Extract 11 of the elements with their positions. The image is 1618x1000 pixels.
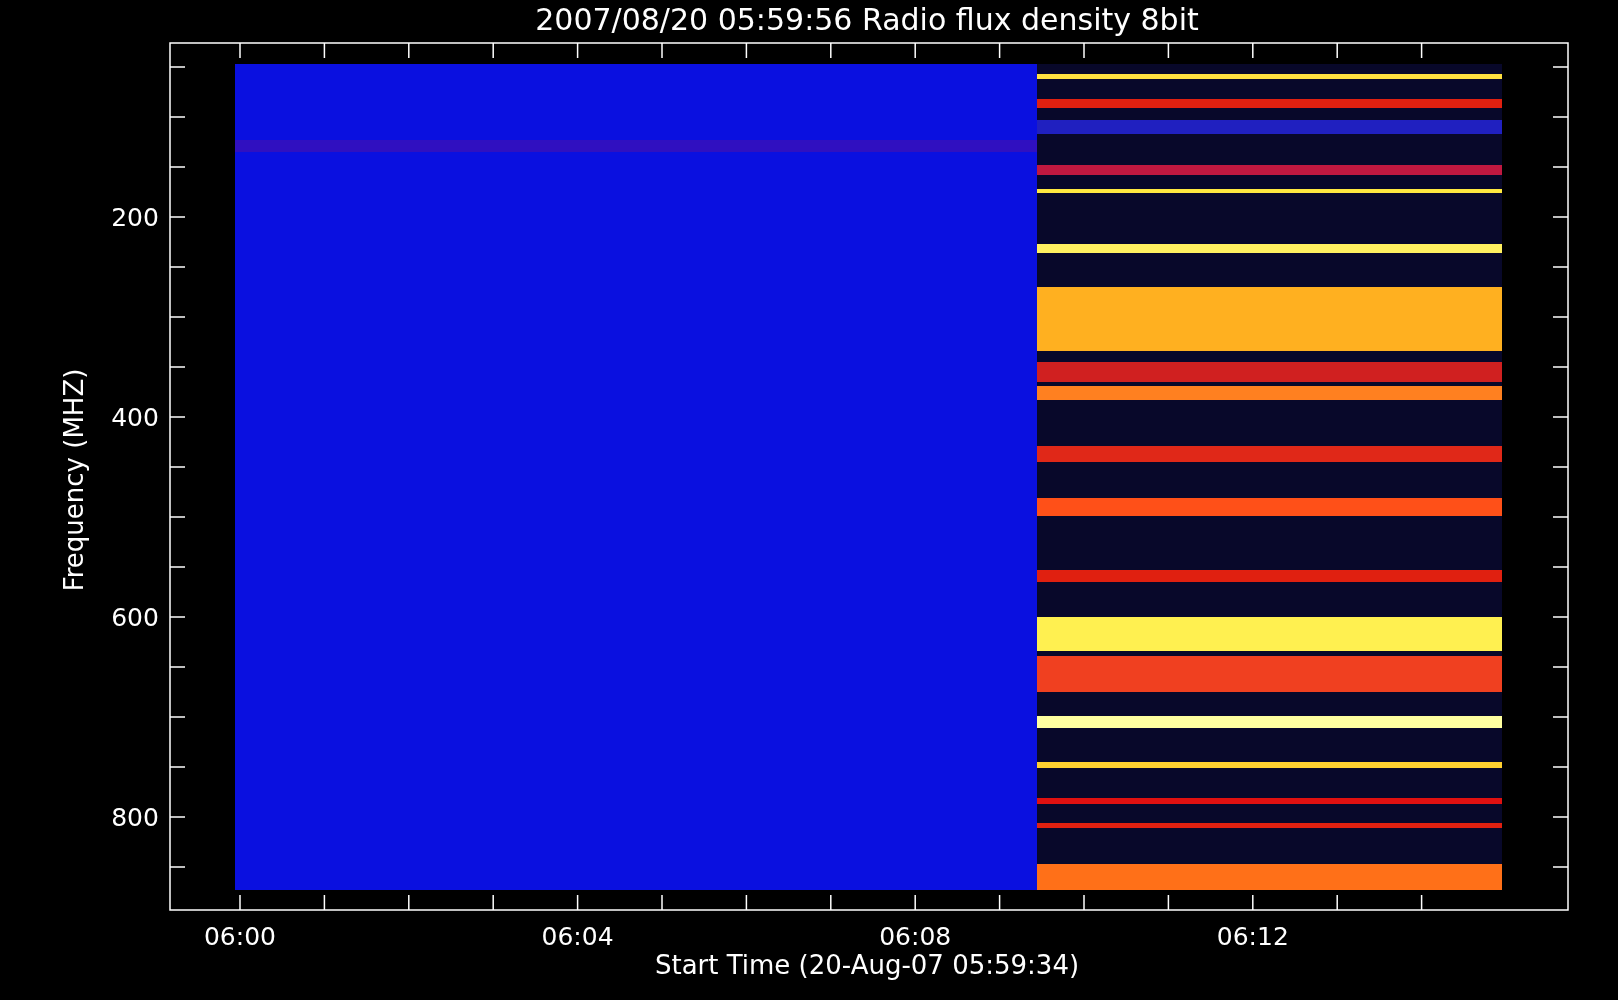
x-tick-label: 06:04 — [541, 922, 614, 951]
y-axis-label: Frequency (MHZ) — [59, 368, 89, 592]
x-tick-label: 06:08 — [879, 922, 952, 951]
x-tick-label: 06:00 — [204, 922, 276, 951]
y-tick-label: 600 — [111, 603, 159, 632]
x-axis-label: Start Time (20-Aug-07 05:59:34) — [654, 950, 1080, 980]
x-tick-label: 06:12 — [1216, 922, 1289, 951]
y-tick-label: 800 — [111, 803, 159, 832]
y-tick-label: 400 — [111, 403, 159, 432]
chart-title: 2007/08/20 05:59:56 Radio flux density 8bit — [535, 2, 1199, 37]
y-tick-label: 200 — [111, 203, 159, 232]
